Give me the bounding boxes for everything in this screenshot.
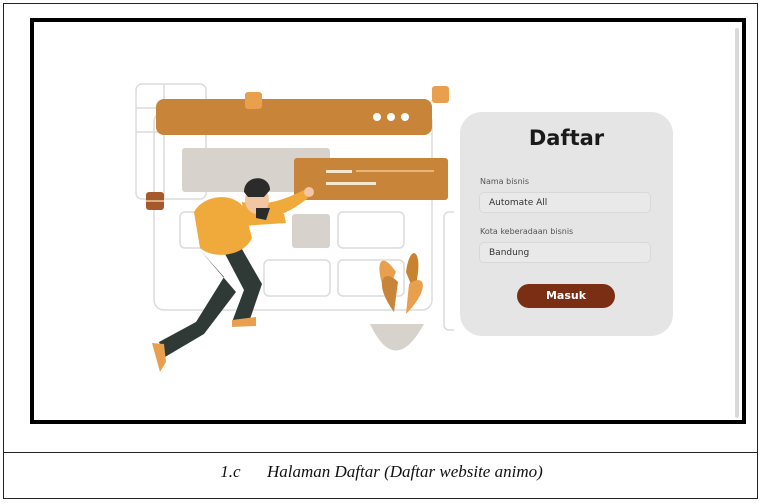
three-dots-icon: [373, 113, 409, 121]
city-input[interactable]: Bandung: [479, 242, 651, 263]
submit-button[interactable]: Masuk: [517, 284, 615, 308]
caption-divider: [3, 452, 758, 453]
business-name-label: Nama bisnis: [480, 177, 530, 186]
register-form-card: Daftar Nama bisnis Automate All Kota keb…: [460, 112, 673, 336]
scrollbar[interactable]: [735, 28, 739, 418]
business-name-input[interactable]: Automate All: [479, 192, 651, 213]
caption-text: Halaman Daftar (Daftar website animo): [267, 462, 543, 481]
caption-number: 1.c: [220, 462, 241, 481]
person-browser-illustration: [135, 83, 454, 372]
figure-caption: 1.c Halaman Daftar (Daftar website animo…: [0, 462, 763, 482]
screenshot-viewport: Daftar Nama bisnis Automate All Kota keb…: [30, 18, 746, 424]
city-label: Kota keberadaan bisnis: [480, 227, 574, 236]
form-title: Daftar: [528, 126, 605, 150]
